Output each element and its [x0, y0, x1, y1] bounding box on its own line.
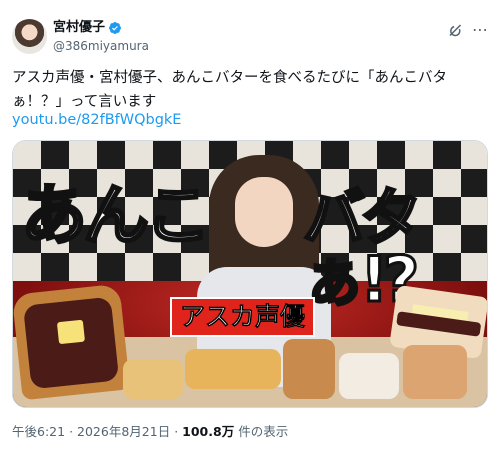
- tweet-meta: 午後6:21 · 2026年8月21日 · 100.8万 件の表示: [12, 423, 288, 441]
- verified-badge-icon: [109, 22, 121, 34]
- post-date[interactable]: 2026年8月21日: [77, 424, 170, 439]
- grok-icon[interactable]: [447, 22, 465, 40]
- thumbnail-title-right: バタぁ!?: [302, 181, 424, 316]
- meta-separator-2: ·: [174, 424, 179, 439]
- tweet-text: アスカ声優・宮村優子、あんこバターを食べるたびに「あんこバタ ぁ！？」って言いま…: [12, 70, 447, 110]
- media-thumbnail[interactable]: あんこ バタぁ!? アスカ声優: [12, 140, 488, 408]
- tweet-link[interactable]: youtu.be/82fBfWQbgkE: [12, 108, 181, 132]
- post-time[interactable]: 午後6:21: [12, 424, 65, 439]
- author-display-name[interactable]: 宮村優子: [53, 19, 105, 37]
- thumbnail-tag: アスカ声優: [170, 297, 316, 337]
- author-handle[interactable]: @386miyamura: [53, 38, 149, 54]
- author-avatar[interactable]: [12, 19, 47, 54]
- meta-separator: ·: [69, 424, 74, 439]
- views-label: 件の表示: [238, 424, 289, 439]
- author-name-row[interactable]: 宮村優子: [53, 19, 122, 37]
- anko-toast-image: [13, 283, 131, 401]
- more-icon[interactable]: ⋯: [472, 21, 489, 39]
- thumbnail-title-left: あんこ: [20, 177, 213, 254]
- bread-assortment: [123, 339, 473, 403]
- views-count: 100.8万: [182, 424, 235, 439]
